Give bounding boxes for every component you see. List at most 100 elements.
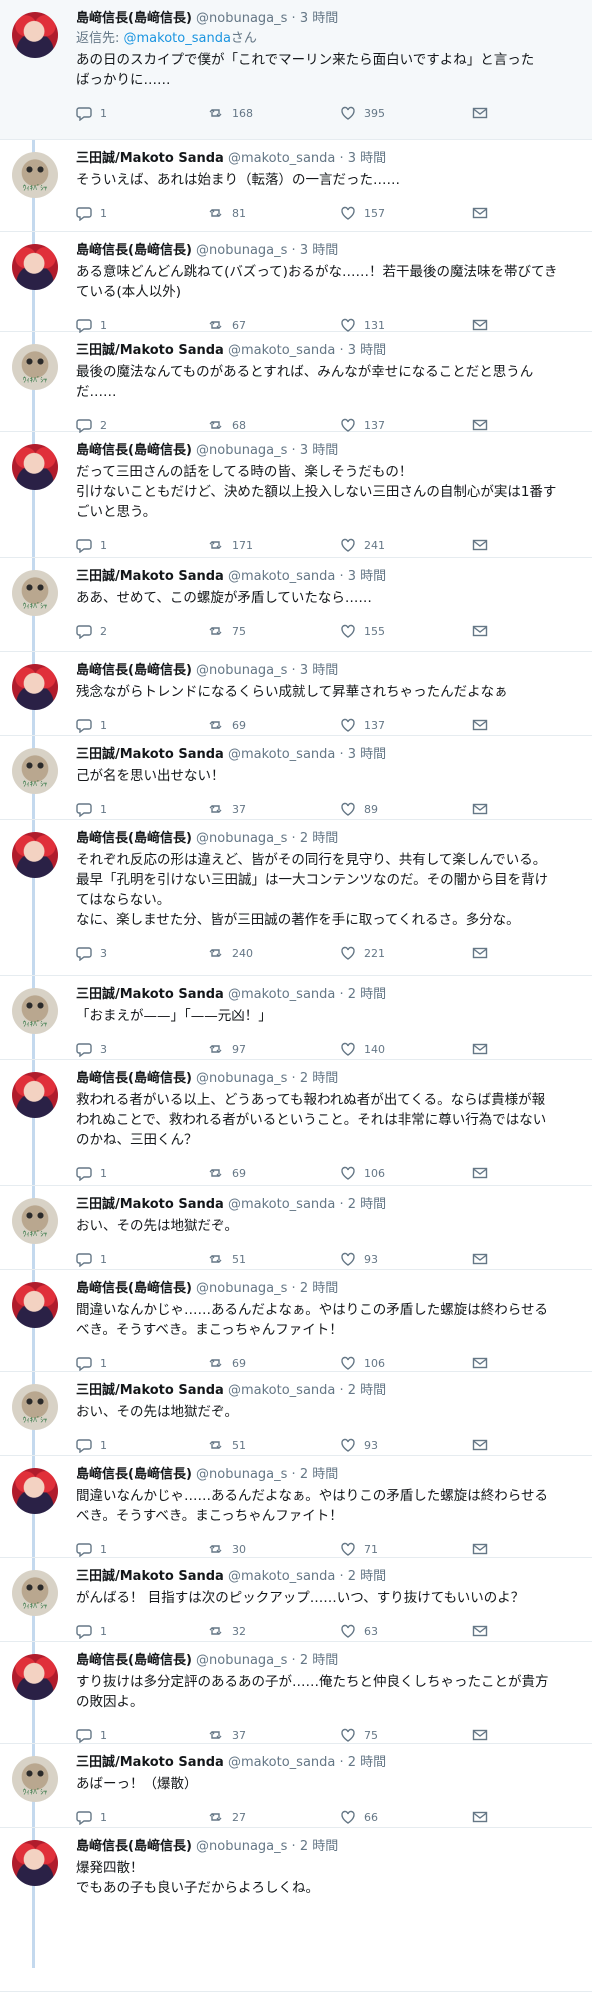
retweet-button[interactable]: 81 [208, 205, 340, 221]
avatar[interactable] [12, 570, 58, 616]
user-handle[interactable]: @nobunaga_s [196, 11, 287, 26]
timestamp[interactable]: 2 時間 [348, 1383, 386, 1398]
tweet[interactable]: 島﨑信長(島﨑信長) @nobunaga_s · 3 時間 だって三田さんの話をし… [0, 432, 592, 558]
like-button[interactable]: 71 [340, 1541, 472, 1557]
like-button[interactable]: 137 [340, 417, 472, 433]
retweet-button[interactable]: 97 [208, 1041, 340, 1057]
display-name[interactable]: 島﨑信長(島﨑信長) [76, 663, 192, 678]
reply-button[interactable]: 1 [76, 105, 208, 121]
avatar[interactable] [12, 1468, 58, 1514]
timestamp[interactable]: 2 時間 [300, 831, 338, 846]
tweet[interactable]: 三田誠/Makoto Sanda @makoto_sanda · 3 時間己が名… [0, 736, 592, 820]
direct-message-button[interactable] [472, 623, 496, 639]
like-button[interactable]: 131 [340, 317, 472, 333]
like-button[interactable]: 106 [340, 1165, 472, 1181]
retweet-button[interactable]: 75 [208, 623, 340, 639]
direct-message-button[interactable] [472, 1165, 496, 1181]
display-name[interactable]: 島﨑信長(島﨑信長) [76, 243, 192, 258]
reply-button[interactable]: 2 [76, 417, 208, 433]
retweet-button[interactable]: 69 [208, 717, 340, 733]
timestamp[interactable]: 2 時間 [300, 1839, 338, 1854]
avatar[interactable] [12, 1072, 58, 1118]
user-handle[interactable]: @makoto_sanda [228, 987, 335, 1002]
like-button[interactable]: 137 [340, 717, 472, 733]
display-name[interactable]: 島﨑信長(島﨑信長) [76, 1467, 192, 1482]
like-button[interactable]: 241 [340, 537, 472, 553]
display-name[interactable]: 三田誠/Makoto Sanda [76, 747, 224, 762]
user-handle[interactable]: @makoto_sanda [228, 1383, 335, 1398]
display-name[interactable]: 島﨑信長(島﨑信長) [76, 1281, 192, 1296]
user-handle[interactable]: @nobunaga_s [196, 1281, 287, 1296]
retweet-button[interactable]: 30 [208, 1541, 340, 1557]
user-handle[interactable]: @nobunaga_s [196, 831, 287, 846]
like-button[interactable]: 93 [340, 1437, 472, 1453]
tweet[interactable]: 島﨑信長(島﨑信長) @nobunaga_s · 2 時間 すり抜けは多分定評のあ… [0, 1642, 592, 1744]
like-button[interactable]: 157 [340, 205, 472, 221]
tweet[interactable]: 島﨑信長(島﨑信長) @nobunaga_s · 3 時間 返信先: @makot… [0, 0, 592, 140]
display-name[interactable]: 三田誠/Makoto Sanda [76, 1383, 224, 1398]
tweet[interactable]: 三田誠/Makoto Sanda @makoto_sanda · 2 時間おい、… [0, 1372, 592, 1456]
reply-button[interactable]: 1 [76, 1623, 208, 1639]
display-name[interactable]: 三田誠/Makoto Sanda [76, 1755, 224, 1770]
avatar[interactable] [12, 1654, 58, 1700]
direct-message-button[interactable] [472, 945, 496, 961]
avatar[interactable] [12, 832, 58, 878]
tweet[interactable]: 島﨑信長(島﨑信長) @nobunaga_s · 2 時間 間違いなんかじゃ……あ… [0, 1456, 592, 1558]
tweet[interactable]: 三田誠/Makoto Sanda @makoto_sanda · 3 時間ああ、… [0, 558, 592, 652]
timestamp[interactable]: 3 時間 [348, 343, 386, 358]
like-button[interactable]: 140 [340, 1041, 472, 1057]
reply-button[interactable]: 1 [76, 1165, 208, 1181]
direct-message-button[interactable] [472, 1355, 496, 1371]
retweet-button[interactable]: 171 [208, 537, 340, 553]
retweet-button[interactable]: 51 [208, 1251, 340, 1267]
tweet[interactable]: 島﨑信長(島﨑信長) @nobunaga_s · 2 時間 爆発四散！ でもあの子… [0, 1828, 592, 1992]
user-handle[interactable]: @nobunaga_s [196, 1467, 287, 1482]
retweet-button[interactable]: 37 [208, 1727, 340, 1743]
like-button[interactable]: 75 [340, 1727, 472, 1743]
retweet-button[interactable]: 67 [208, 317, 340, 333]
tweet[interactable]: 三田誠/Makoto Sanda @makoto_sanda · 3 時間最後の… [0, 332, 592, 433]
direct-message-button[interactable] [472, 317, 496, 333]
tweet[interactable]: 島﨑信長(島﨑信長) @nobunaga_s · 3 時間 ある意味どんどん跳ねて… [0, 232, 592, 333]
user-handle[interactable]: @nobunaga_s [196, 1071, 287, 1086]
timestamp[interactable]: 2 時間 [348, 987, 386, 1002]
user-handle[interactable]: @makoto_sanda [228, 1569, 335, 1584]
direct-message-button[interactable] [472, 205, 496, 221]
tweet[interactable]: 三田誠/Makoto Sanda @makoto_sanda · 2 時間がんば… [0, 1558, 592, 1642]
display-name[interactable]: 三田誠/Makoto Sanda [76, 151, 224, 166]
tweet[interactable]: 三田誠/Makoto Sanda @makoto_sanda · 2 時間あばー… [0, 1744, 592, 1828]
user-handle[interactable]: @nobunaga_s [196, 443, 287, 458]
retweet-button[interactable]: 51 [208, 1437, 340, 1453]
avatar[interactable] [12, 1282, 58, 1328]
avatar[interactable] [12, 1384, 58, 1430]
user-handle[interactable]: @nobunaga_s [196, 1653, 287, 1668]
timestamp[interactable]: 2 時間 [348, 1197, 386, 1212]
display-name[interactable]: 三田誠/Makoto Sanda [76, 1197, 224, 1212]
reply-button[interactable]: 1 [76, 1355, 208, 1371]
reply-button[interactable]: 1 [76, 801, 208, 817]
reply-button[interactable]: 3 [76, 1041, 208, 1057]
avatar[interactable] [12, 988, 58, 1034]
avatar[interactable] [12, 1198, 58, 1244]
tweet[interactable]: 島﨑信長(島﨑信長) @nobunaga_s · 3 時間 残念ながらトレンドにな… [0, 652, 592, 736]
like-button[interactable]: 106 [340, 1355, 472, 1371]
user-handle[interactable]: @nobunaga_s [196, 1839, 287, 1854]
direct-message-button[interactable] [472, 801, 496, 817]
avatar[interactable] [12, 1756, 58, 1802]
timestamp[interactable]: 2 時間 [300, 1467, 338, 1482]
display-name[interactable]: 島﨑信長(島﨑信長) [76, 1653, 192, 1668]
like-button[interactable]: 155 [340, 623, 472, 639]
like-button[interactable]: 221 [340, 945, 472, 961]
display-name[interactable]: 島﨑信長(島﨑信長) [76, 443, 192, 458]
timestamp[interactable]: 3 時間 [348, 747, 386, 762]
timestamp[interactable]: 3 時間 [348, 569, 386, 584]
reply-button[interactable]: 1 [76, 537, 208, 553]
user-handle[interactable]: @makoto_sanda [228, 747, 335, 762]
like-button[interactable]: 93 [340, 1251, 472, 1267]
timestamp[interactable]: 3 時間 [300, 11, 338, 26]
display-name[interactable]: 三田誠/Makoto Sanda [76, 987, 224, 1002]
retweet-button[interactable]: 37 [208, 801, 340, 817]
direct-message-button[interactable] [472, 1809, 496, 1825]
tweet[interactable]: 島﨑信長(島﨑信長) @nobunaga_s · 2 時間 間違いなんかじゃ……あ… [0, 1270, 592, 1372]
user-handle[interactable]: @nobunaga_s [196, 243, 287, 258]
